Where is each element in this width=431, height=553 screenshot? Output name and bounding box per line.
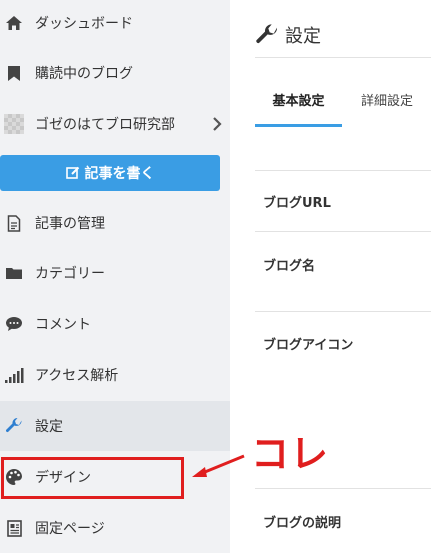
field-label-blog-description: ブログの説明 <box>263 516 342 531</box>
sidebar-item-subscribed-blogs[interactable]: 購読中のブログ <box>0 48 230 98</box>
sidebar-item-label: 固定ページ <box>35 521 105 537</box>
sidebar-item-label: 記事の管理 <box>35 216 105 232</box>
page-title: 設定 <box>255 22 321 48</box>
home-icon <box>4 13 24 33</box>
sidebar-item-label: アクセス解析 <box>35 368 119 384</box>
field-label-blog-url: ブログURL <box>263 196 331 211</box>
sidebar-item-label: 購読中のブログ <box>35 66 133 82</box>
divider <box>255 311 431 312</box>
wrench-icon <box>255 23 279 47</box>
blog-thumbnail-icon <box>4 114 24 134</box>
divider <box>255 231 431 232</box>
page-title-text: 設定 <box>285 26 321 47</box>
bar-chart-icon <box>4 365 24 385</box>
sidebar-item-categories[interactable]: カテゴリー <box>0 248 230 298</box>
sidebar-item-label: ダッシュボード <box>35 16 133 32</box>
sidebar-item-label: コメント <box>35 317 91 333</box>
folder-icon <box>4 263 24 283</box>
sidebar-item-label: ゴゼのはてブロ研究部 <box>35 117 175 133</box>
tab-label: 詳細設定 <box>360 94 413 109</box>
sidebar-item-manage-articles[interactable]: 記事の管理 <box>0 198 230 248</box>
sidebar-item-analytics[interactable]: アクセス解析 <box>0 350 230 400</box>
bookmark-icon <box>4 63 24 83</box>
annotation-highlight-box <box>1 457 184 499</box>
tab-basic-settings[interactable]: 基本設定 <box>255 90 342 127</box>
tab-label: 基本設定 <box>272 94 325 109</box>
sidebar-item-static-pages[interactable]: 固定ページ <box>0 503 230 553</box>
divider <box>255 170 431 171</box>
write-button-label: 記事を書く <box>84 166 155 182</box>
field-label-blog-name: ブログ名 <box>263 259 316 274</box>
edit-icon <box>65 166 80 180</box>
page-icon <box>4 518 24 538</box>
annotation-arrow-icon <box>192 454 245 477</box>
sidebar-item-label: カテゴリー <box>35 266 105 282</box>
chevron-right-icon <box>212 117 222 131</box>
tab-detail-settings[interactable]: 詳細設定 <box>352 90 422 126</box>
sidebar-item-blog[interactable]: ゴゼのはてブロ研究部 <box>0 99 230 149</box>
sidebar-item-dashboard[interactable]: ダッシュボード <box>0 0 230 48</box>
comment-icon <box>4 314 24 334</box>
sidebar-item-settings[interactable]: 設定 <box>0 401 230 451</box>
field-label-blog-icon: ブログアイコン <box>263 338 354 353</box>
sidebar-item-comments[interactable]: コメント <box>0 299 230 349</box>
document-icon <box>4 213 24 233</box>
divider <box>255 488 431 489</box>
sidebar-item-label: 設定 <box>35 419 63 435</box>
write-article-button[interactable]: 記事を書く <box>0 155 220 191</box>
divider <box>255 57 431 58</box>
wrench-icon <box>4 416 24 436</box>
annotation-label: コレ <box>245 430 336 478</box>
